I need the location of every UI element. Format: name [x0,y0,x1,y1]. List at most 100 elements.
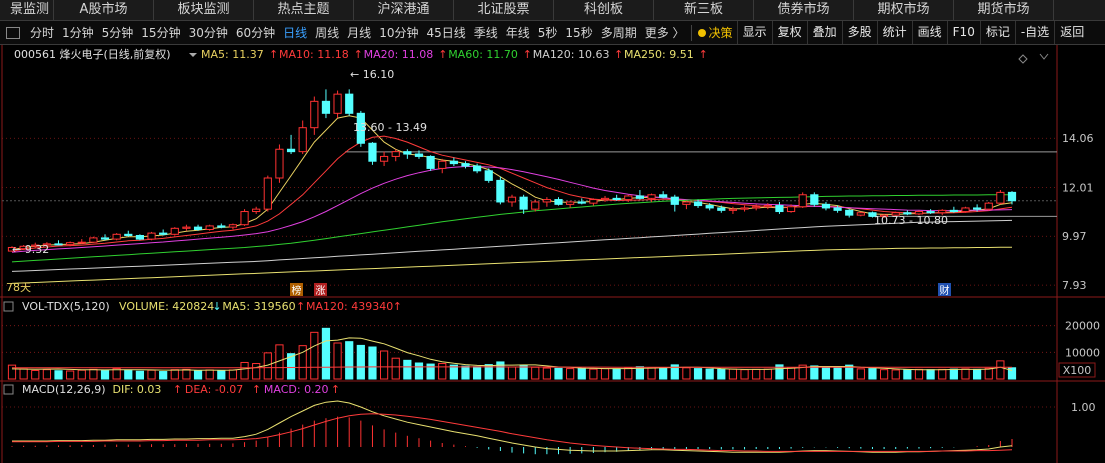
toolbar-button[interactable]: 统计 [876,21,912,44]
volume-bar [182,368,191,380]
volume-bar [821,367,831,380]
volume-bar [740,369,749,380]
ma-arrow: ↑ [269,48,278,61]
candle-body [938,209,947,214]
candle [996,189,1005,205]
period-tab[interactable]: 15分钟 [137,24,184,41]
ma-arrow: ↑ [614,48,623,61]
event-tag-label: 涨 [316,285,326,297]
candle-body [682,201,691,205]
volume-bar [333,342,342,380]
nav-tab[interactable]: 期货市场 [954,0,1054,20]
nav-tab[interactable]: 科创板 [554,0,654,20]
toolbar-button[interactable]: 复权 [771,21,807,44]
candle [438,158,447,174]
layout-icon[interactable] [6,26,20,39]
ma-value: MA120: 10.63 [533,48,610,61]
candle-body [228,224,238,228]
volume-title: VOL-TDX(5,120) [22,300,110,313]
nav-tab[interactable]: 北证股票 [454,0,554,20]
candle [252,206,261,214]
ma-arrow: ↑ [699,48,708,61]
nav-tab[interactable]: 期权市场 [854,0,954,20]
period-tab[interactable]: 10分钟 [375,24,422,41]
candle-body [159,232,168,235]
dropdown-icon [189,53,197,57]
toolbar-button[interactable]: -自选 [1014,21,1054,44]
days-label: 78天 [6,281,31,294]
chart-area[interactable]: 14.06 12.01 9.97 7.93 000561 烽火电子(日线,前复权) MA5… [0,45,1105,463]
candle [1007,191,1017,205]
ma-arrow: ↑ [523,48,532,61]
panel-toggle-icon [3,384,14,395]
candle-body [542,199,551,203]
volume-bar [786,367,796,380]
volume-bar [240,361,249,380]
nav-tab[interactable]: 债券市场 [754,0,854,20]
volume-bar [659,367,668,380]
candle [577,198,586,205]
period-tab[interactable]: 分时 [26,24,58,41]
period-tab[interactable]: 周线 [311,24,343,41]
period-tab[interactable]: 60分钟 [232,24,279,41]
nav-tab[interactable]: A股市场 [54,0,154,20]
event-tag: 财 [938,283,951,297]
volume-bar [542,367,551,380]
nav-tab[interactable]: 景监测 [0,0,54,20]
bulb-icon [697,29,706,37]
volume-bar [600,368,610,380]
period-tab[interactable]: 5分钟 [98,24,138,41]
candle [205,224,214,231]
period-tab[interactable]: 45日线 [422,24,469,41]
period-tab[interactable]: 1分钟 [58,24,98,41]
nav-tab[interactable]: 新三板 [654,0,754,20]
ma-value: MA20: 11.08 [364,48,434,61]
candle [484,168,493,183]
period-tab[interactable]: 日线 [279,24,311,41]
toolbar-button[interactable]: 返回 [1054,21,1089,44]
toolbar-button[interactable]: 叠加 [806,21,842,44]
candle [298,120,307,155]
volume-bar [147,369,156,380]
candle [519,194,528,214]
candle-body [100,237,110,240]
candle-body [670,196,679,205]
toolbar-button[interactable]: F10 [946,21,980,44]
period-tab[interactable]: 季线 [470,24,502,41]
volume-bar [205,369,214,380]
toolbar-button[interactable]: 画线 [911,21,947,44]
decision-button[interactable]: 决策 [694,24,737,41]
candle-body [135,235,145,240]
volume-bar [647,367,656,380]
candle-body [379,155,389,162]
chart-title: 000561 烽火电子(日线,前复权) [14,47,171,61]
candle-body [333,93,342,114]
candle-body [54,243,63,246]
period-tab[interactable]: 5秒 [534,24,562,41]
period-tab[interactable]: 30分钟 [185,24,232,41]
nav-tab[interactable]: 热点主题 [254,0,354,20]
period-tab[interactable]: 更多 〉 [641,24,689,41]
toolbar-button[interactable]: 标记 [979,21,1015,44]
candle [228,223,238,230]
macd-line-dea [12,413,1013,452]
candle [217,223,226,229]
period-tab[interactable]: 15秒 [561,24,596,41]
period-tab[interactable]: 多周期 [597,24,641,41]
candle-body [112,233,121,240]
nav-tab[interactable]: 板块监测 [154,0,254,20]
nav-tab[interactable]: 沪深港通 [354,0,454,20]
period-tab[interactable]: 年线 [502,24,534,41]
candle-body [531,201,540,210]
candle [124,230,133,237]
diamond-icon [1018,54,1028,64]
toolbar-button[interactable]: 显示 [736,21,772,44]
period-tab[interactable]: 月线 [343,24,375,41]
toolbar-button[interactable]: 多股 [841,21,877,44]
candle-body [810,194,819,205]
volume-bar [89,368,98,380]
candle-body [949,209,958,213]
volume-bar [682,367,691,380]
range-annotation: 13.60 - 13.49 [353,121,427,134]
candle [507,194,517,207]
